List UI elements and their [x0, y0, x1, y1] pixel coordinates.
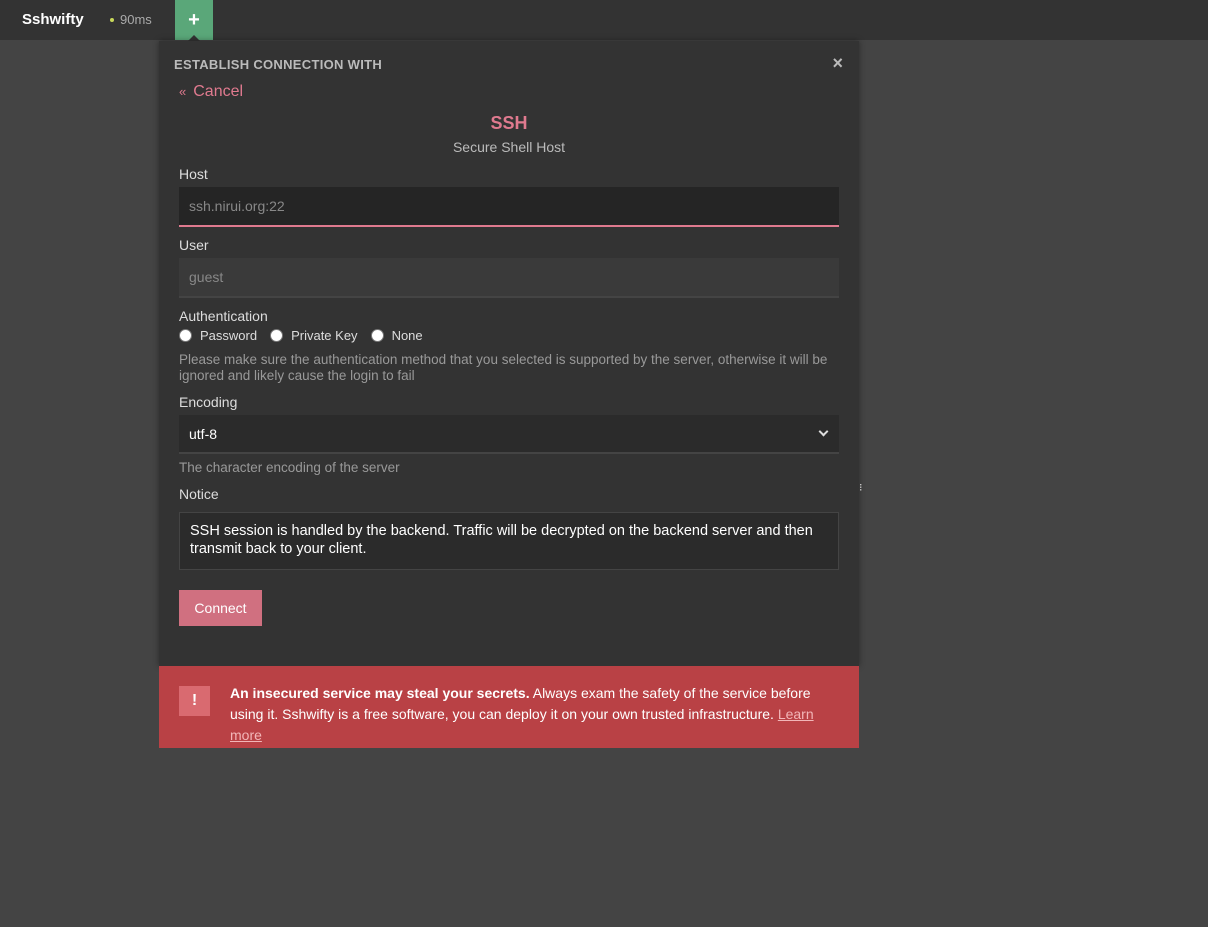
authentication-help: Please make sure the authentication meth… [179, 352, 828, 383]
host-input[interactable]: ssh.nirui.org:22 [179, 187, 839, 227]
radio-button-icon[interactable] [370, 329, 384, 342]
connection-window: ESTABLISH CONNECTION WITH × « Cancel SSH … [159, 41, 859, 666]
auth-option-password[interactable]: Password [179, 328, 257, 343]
close-icon[interactable]: × [832, 53, 843, 74]
authentication-label: Authentication [179, 308, 268, 324]
protocol-title: SSH [490, 113, 528, 133]
encoding-label: Encoding [179, 394, 238, 410]
protocol-subtitle: Secure Shell Host [452, 139, 566, 155]
host-label: Host [179, 166, 208, 182]
warning-icon: ! [179, 686, 210, 716]
notice-text: SSH session is handled by the backend. T… [179, 512, 839, 570]
host-placeholder: ssh.nirui.org:22 [189, 198, 285, 214]
radio-button-icon[interactable] [179, 329, 192, 342]
chevron-down-icon [818, 426, 829, 437]
auth-option-none[interactable]: None [370, 328, 423, 343]
auth-option-label: Password [200, 328, 258, 343]
window-title: ESTABLISH CONNECTION WITH [174, 57, 383, 72]
warning-bold: An insecured service may steal your secr… [230, 685, 530, 701]
connect-button[interactable]: Connect [179, 590, 262, 626]
delay-value: 90ms [120, 12, 152, 27]
radio-button-icon[interactable] [270, 329, 284, 342]
add-connection-button[interactable]: + [175, 0, 213, 40]
authentication-options: Password Private Key None [179, 328, 436, 343]
security-warning: ! An insecured service may steal your se… [159, 666, 859, 748]
encoding-value: utf-8 [189, 425, 218, 442]
user-input[interactable]: guest [179, 258, 839, 298]
resize-handle-icon[interactable]: ⁝ [859, 481, 863, 494]
warning-text: An insecured service may steal your secr… [230, 683, 845, 746]
user-label: User [179, 237, 209, 253]
user-placeholder: guest [189, 269, 224, 285]
auth-option-label: Private Key [291, 328, 358, 343]
cancel-link[interactable]: « Cancel [179, 83, 243, 101]
status-dot-icon [110, 17, 114, 22]
encoding-help: The character encoding of the server [179, 460, 400, 475]
top-bar: Sshwifty 90ms + [0, 0, 1208, 41]
notice-label: Notice [179, 486, 219, 502]
encoding-select[interactable]: utf-8 [179, 415, 839, 454]
chevron-left-icon: « [179, 84, 187, 99]
cancel-label: Cancel [193, 83, 244, 100]
app-brand[interactable]: Sshwifty [22, 11, 84, 28]
auth-option-label: None [391, 328, 423, 343]
auth-option-private-key[interactable]: Private Key [270, 328, 358, 343]
delay-indicator[interactable]: 90ms [110, 12, 152, 27]
